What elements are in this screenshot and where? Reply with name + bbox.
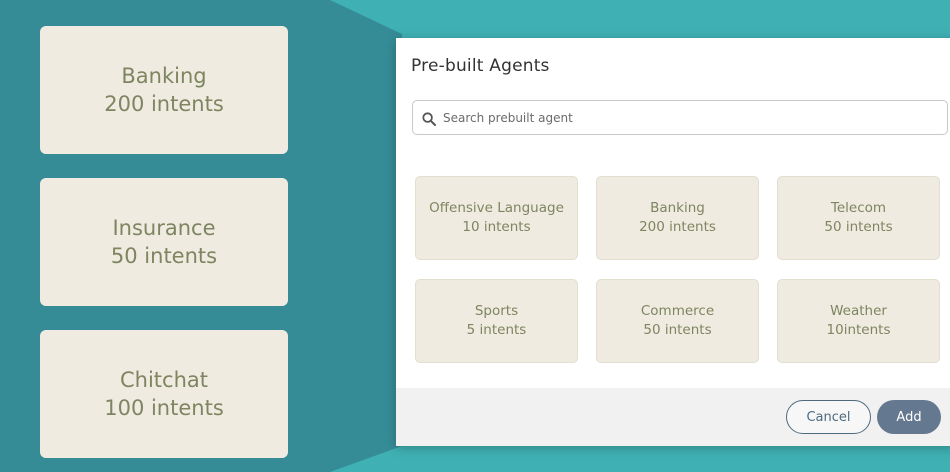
banking-agent-card-large: Banking 200 intents [40,26,288,154]
card-name: Banking [121,64,207,88]
agent-name: Banking [650,200,705,216]
agent-intents: 10intents [826,322,891,338]
agent-card-weather[interactable]: Weather 10intents [777,279,940,363]
card-intents: 100 intents [104,396,224,420]
agent-name: Offensive Language [429,200,564,216]
agent-name: Sports [474,303,519,319]
add-button[interactable]: Add [877,400,941,434]
card-name: Insurance [112,216,216,240]
dialog-footer: Cancel Add [396,388,950,446]
agent-card-banking[interactable]: Banking 200 intents [596,176,759,260]
agent-intents: 50 intents [824,219,893,235]
agent-card-sports[interactable]: Sports 5 intents [415,279,578,363]
chitchat-agent-card-large: Chitchat 100 intents [40,330,288,458]
agent-name: Weather [830,303,887,319]
agent-intents: 200 intents [639,219,716,235]
insurance-agent-card-large: Insurance 50 intents [40,178,288,306]
search-box[interactable] [412,100,948,135]
card-intents: 200 intents [104,92,224,116]
cancel-button[interactable]: Cancel [786,400,871,434]
agent-intents: 5 intents [466,322,527,338]
agent-name: Telecom [830,200,887,216]
card-name: Chitchat [120,368,208,392]
agent-card-commerce[interactable]: Commerce 50 intents [596,279,759,363]
agent-card-offensive-language[interactable]: Offensive Language 10 intents [415,176,578,260]
agent-card-telecom[interactable]: Telecom 50 intents [777,176,940,260]
agent-name: Commerce [640,303,715,319]
prebuilt-agents-dialog: Pre-built Agents Offensive Language 10 i… [396,38,950,446]
agent-intents: 50 intents [643,322,712,338]
search-input[interactable] [443,110,923,125]
dialog-title: Pre-built Agents [411,56,550,76]
search-icon [422,111,436,126]
agent-intents: 10 intents [462,219,531,235]
card-intents: 50 intents [110,244,218,268]
